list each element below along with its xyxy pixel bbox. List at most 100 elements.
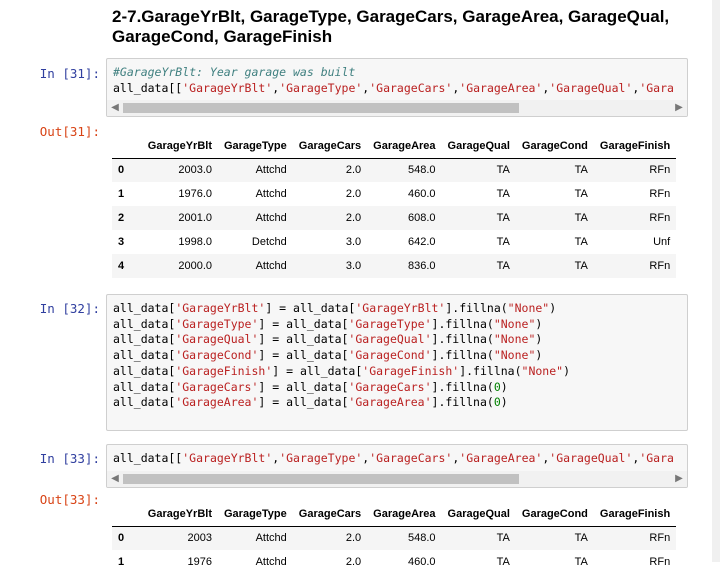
- table-cell: 2001.0: [178, 212, 212, 224]
- row-index: 1: [118, 556, 125, 568]
- fill-value: "None": [493, 332, 536, 347]
- table-cell: 836.0: [408, 260, 436, 272]
- table-cell: 1998.0: [178, 236, 212, 248]
- table-cell: Unf: [653, 236, 671, 248]
- string-literal: 'GarageCond': [175, 348, 259, 363]
- code-text: ].fillna(: [459, 363, 522, 378]
- string-literal: 'GarageFinish': [175, 363, 273, 378]
- table-cell: Attchd: [255, 532, 287, 545]
- table-cell: 2003.0: [178, 164, 212, 177]
- scroll-left-icon[interactable]: ◀: [107, 471, 123, 487]
- output-prompt-31: Out[31]:: [39, 124, 100, 139]
- table-row: 4 2000.0 Attchd 3.0 836.0 TA TA RFn: [112, 254, 677, 278]
- code-text: ] = all_data[: [258, 379, 349, 394]
- code-text: ): [549, 301, 557, 315]
- code-text: ].fillna(: [445, 301, 508, 315]
- table-cell: RFn: [649, 532, 671, 545]
- string-literal: 'GarageYrBlt': [175, 301, 266, 315]
- column-header: GarageFinish: [593, 134, 677, 159]
- table-cell: 460.0: [408, 556, 436, 568]
- code-text: ] = all_data[: [272, 363, 363, 378]
- code-editor-31[interactable]: #GarageYrBlt: Year garage was built all_d…: [107, 59, 687, 96]
- table-cell: RFn: [649, 260, 671, 272]
- code-comment: #GarageYrBlt: Year garage was built: [113, 65, 356, 79]
- table-row: 0 2003 Attchd 2.0 548.0 TA TA RFn: [112, 526, 677, 550]
- table-cell: 1976.0: [178, 188, 212, 200]
- input-prompt-31: In [31]:: [39, 66, 100, 81]
- table-row: 2 2001.0 Attchd 2.0 608.0 TA TA RFn: [112, 206, 677, 230]
- scroll-right-icon[interactable]: ▶: [671, 471, 687, 487]
- code-editor-32[interactable]: all_data['GarageYrBlt'] = all_data['Gara…: [107, 295, 687, 411]
- input-prompt-32: In [32]:: [39, 301, 100, 316]
- table-cell: 2.0: [345, 212, 362, 224]
- fill-value: 0: [493, 395, 501, 410]
- code-text: ): [500, 395, 508, 410]
- code-text: ): [535, 332, 543, 347]
- table-cell: 2000.0: [178, 260, 212, 272]
- table-cell: 642.0: [408, 236, 436, 248]
- code-text: all_data[: [113, 379, 176, 394]
- code-text: ] = all_data[: [265, 301, 356, 315]
- code-text: ): [563, 363, 570, 378]
- table-row: 1 1976.0 Attchd 2.0 460.0 TA TA RFn: [112, 182, 676, 206]
- code-cell-31[interactable]: #GarageYrBlt: Year garage was built all_d…: [106, 58, 688, 117]
- string-literal: 'GarageQual': [549, 451, 633, 465]
- string-literal: 'GarageCars': [369, 80, 453, 95]
- table-cell: Attchd: [255, 212, 287, 224]
- table-cell: 460.0: [408, 188, 436, 200]
- table-cell: TA: [496, 556, 510, 568]
- horizontal-scrollbar[interactable]: ◀ ▶: [107, 471, 687, 487]
- table-cell: 608.0: [408, 212, 436, 224]
- table-cell: TA: [496, 260, 510, 272]
- code-text: ] = all_data[: [258, 332, 349, 347]
- string-literal: 'Gara: [639, 451, 674, 465]
- table-row: 1 1976 Attchd 2.0 460.0 TA TA RFn: [112, 550, 676, 574]
- table-cell: TA: [574, 212, 588, 224]
- string-literal: 'GarageArea': [175, 395, 259, 410]
- table-cell: Attchd: [255, 188, 287, 200]
- scroll-thumb[interactable]: [123, 103, 519, 113]
- string-literal: 'GarageType': [279, 451, 363, 465]
- code-cell-33[interactable]: all_data[['GarageYrBlt','GarageType','Ga…: [106, 444, 688, 488]
- dataframe-table-31: GarageYrBlt GarageType GarageCars GarageAre…: [112, 134, 677, 278]
- code-text: all_data[: [113, 301, 176, 315]
- row-index: 3: [118, 236, 125, 248]
- string-literal: 'GarageCars': [348, 379, 432, 394]
- table-cell: RFn: [649, 188, 671, 200]
- table-cell: Attchd: [255, 164, 287, 177]
- fill-value: "None": [507, 301, 550, 315]
- table-cell: TA: [574, 260, 588, 272]
- output-prompt-33: Out[33]:: [39, 492, 100, 507]
- column-header: GarageQual: [441, 134, 516, 159]
- string-literal: 'GarageCond': [348, 348, 432, 363]
- horizontal-scrollbar[interactable]: ◀ ▶: [107, 100, 687, 116]
- code-text: all_data[: [113, 332, 176, 347]
- code-editor-33[interactable]: all_data[['GarageYrBlt','GarageType','Ga…: [107, 445, 687, 467]
- index-header: [112, 502, 140, 527]
- code-text: ] = all_data[: [258, 316, 349, 331]
- row-index: 0: [118, 164, 125, 177]
- table-cell: TA: [574, 236, 588, 248]
- table-cell: 2003: [187, 532, 212, 545]
- scroll-thumb[interactable]: [123, 474, 519, 484]
- table-cell: TA: [574, 556, 588, 568]
- row-index: 0: [118, 532, 125, 545]
- table-cell: TA: [574, 532, 588, 545]
- scroll-left-icon[interactable]: ◀: [107, 100, 123, 116]
- table-row: 0 2003.0 Attchd 2.0 548.0 TA TA RFn: [112, 158, 677, 182]
- page-scrollbar[interactable]: [712, 0, 720, 562]
- column-header: GarageCars: [292, 502, 368, 527]
- string-literal: 'GarageArea': [459, 80, 543, 95]
- code-cell-32[interactable]: all_data['GarageYrBlt'] = all_data['Gara…: [106, 294, 688, 431]
- string-literal: 'GarageYrBlt': [182, 80, 273, 95]
- table-cell: 1976: [187, 556, 212, 568]
- column-header: GarageYrBlt: [140, 502, 218, 527]
- table-cell: RFn: [649, 164, 671, 177]
- string-literal: 'GarageType': [348, 316, 432, 331]
- code-text: ): [535, 348, 543, 363]
- scroll-right-icon[interactable]: ▶: [671, 100, 687, 116]
- fill-value: "None": [493, 316, 536, 331]
- string-literal: 'GarageQual': [175, 332, 259, 347]
- code-text: ].fillna(: [431, 332, 494, 347]
- table-cell: TA: [496, 164, 510, 177]
